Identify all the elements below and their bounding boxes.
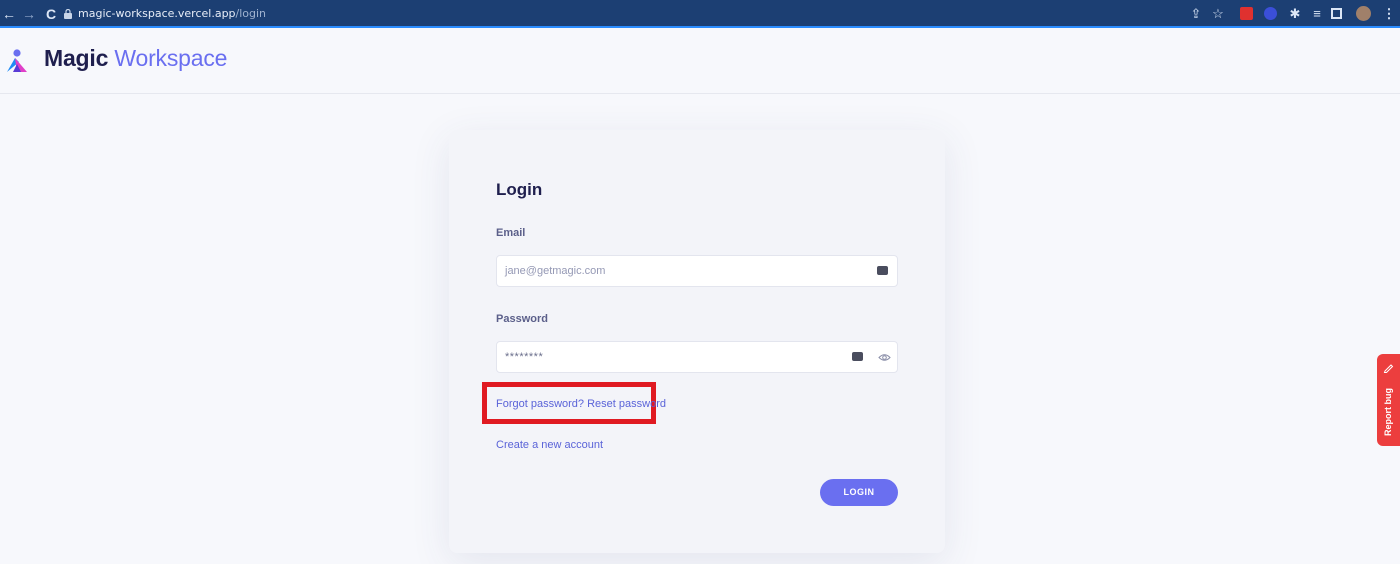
create-account-link[interactable]: Create a new account [496, 439, 603, 451]
login-card: Login Email jane@getmagic.com Password *… [449, 130, 945, 553]
password-field[interactable]: ******** [496, 341, 898, 373]
app-header: Magic Workspace [0, 30, 1400, 94]
brand-first: Magic [44, 45, 109, 71]
share-icon[interactable]: ⇪ [1188, 0, 1204, 28]
brand-name[interactable]: Magic Workspace [44, 45, 227, 72]
star-icon[interactable]: ☆ [1210, 0, 1226, 28]
url-path: /login [235, 7, 267, 20]
side-panel-icon[interactable] [1331, 8, 1342, 19]
back-arrow-icon[interactable]: ← [2, 0, 16, 28]
extension-red-icon[interactable] [1240, 7, 1253, 20]
login-title: Login [496, 180, 543, 199]
address-bar[interactable]: magic-workspace.vercel.app/login [78, 0, 266, 28]
extension-blue-icon[interactable] [1264, 7, 1277, 20]
reset-password-link[interactable]: Forgot password? Reset password [496, 398, 666, 410]
password-value: ******** [505, 351, 544, 363]
brand-second: Workspace [114, 45, 228, 71]
reading-list-icon[interactable]: ≡ [1309, 0, 1325, 28]
people-logo-icon [7, 49, 27, 72]
email-placeholder: jane@getmagic.com [505, 265, 606, 277]
report-bug-label: Report bug [1383, 388, 1393, 436]
autofill-key-icon[interactable] [852, 352, 863, 361]
profile-avatar[interactable] [1356, 6, 1371, 21]
pencil-icon [1383, 364, 1394, 373]
password-label: Password [496, 313, 548, 325]
menu-kebab-icon[interactable]: ⋮ [1381, 0, 1397, 28]
eye-icon[interactable] [878, 351, 891, 364]
reload-icon[interactable]: C [43, 0, 59, 28]
email-label: Email [496, 227, 526, 239]
email-field[interactable]: jane@getmagic.com [496, 255, 898, 287]
forward-arrow-icon[interactable]: → [22, 0, 36, 28]
url-host: magic-workspace.vercel.app [78, 7, 236, 20]
login-button[interactable]: LOGIN [820, 479, 898, 506]
extensions-puzzle-icon[interactable]: ✱ [1287, 0, 1303, 28]
report-bug-tab[interactable]: Report bug [1377, 354, 1400, 446]
browser-toolbar: ← → C magic-workspace.vercel.app/login ⇪… [0, 0, 1400, 28]
lock-icon [64, 9, 72, 19]
autofill-key-icon[interactable] [877, 266, 888, 275]
